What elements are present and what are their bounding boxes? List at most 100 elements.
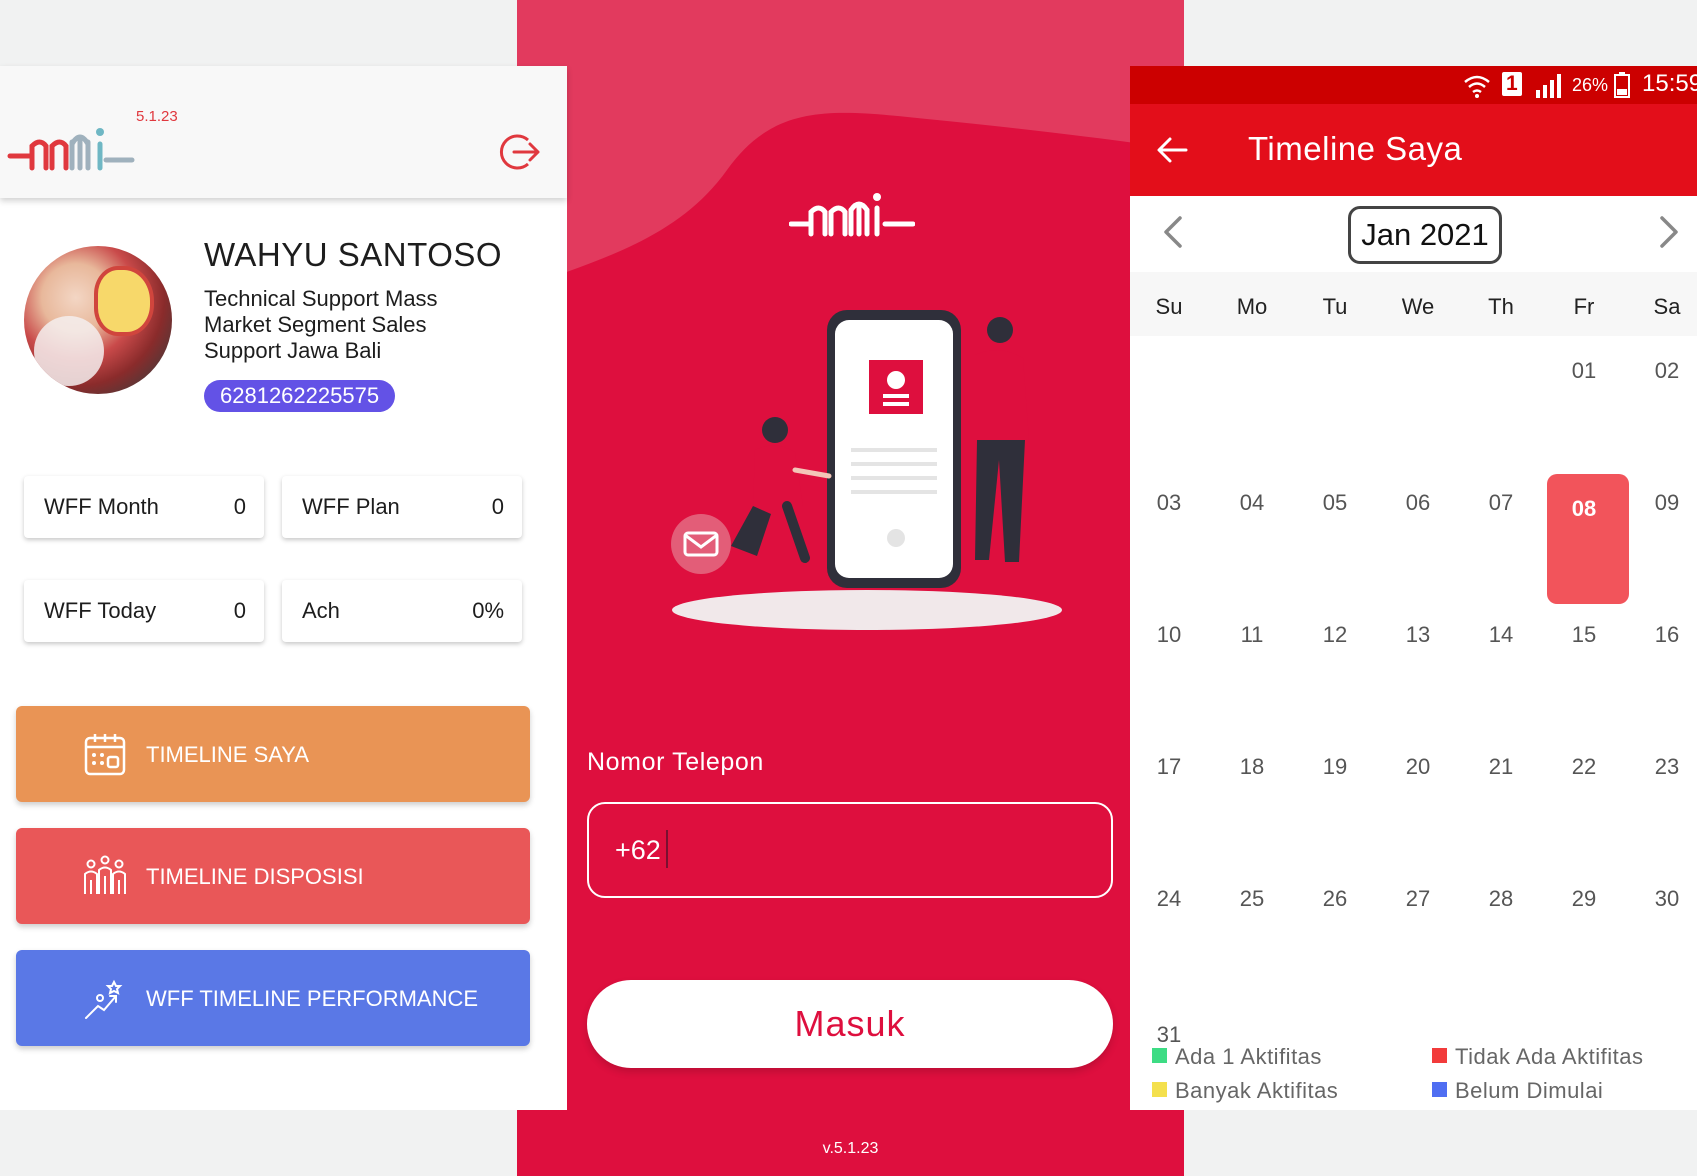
screenshot-collage: Nomor Telepon Masuk v.5.1.23 5.1.23 xyxy=(0,0,1697,1176)
stat-label: WFF Today xyxy=(44,598,157,623)
calendar-day[interactable]: 29 xyxy=(1549,886,1619,912)
legend-item: Belum Dimulai xyxy=(1432,1078,1603,1104)
brand-logo xyxy=(789,193,915,237)
calendar-day[interactable]: 08 xyxy=(1549,496,1619,522)
calendar-day[interactable]: 09 xyxy=(1632,490,1697,516)
calendar-day[interactable]: 13 xyxy=(1383,622,1453,648)
weekday-label: Sa xyxy=(1653,294,1681,319)
calendar-day[interactable]: 25 xyxy=(1217,886,1287,912)
calendar-icon xyxy=(84,734,126,776)
calendar-day[interactable]: 18 xyxy=(1217,754,1287,780)
calendar-day[interactable]: 22 xyxy=(1549,754,1619,780)
calendar-day[interactable]: 12 xyxy=(1300,622,1370,648)
login-screen: Nomor Telepon Masuk v.5.1.23 xyxy=(517,0,1184,1176)
calendar-day[interactable]: 02 xyxy=(1632,358,1697,384)
stat-card-wff-today: WFF Today 0 xyxy=(24,580,264,642)
calendar-day[interactable]: 11 xyxy=(1217,622,1287,648)
page-title: Timeline Saya xyxy=(1248,130,1463,167)
weekday-label: Tu xyxy=(1322,294,1348,319)
avatar xyxy=(24,246,172,394)
calendar-day[interactable]: 21 xyxy=(1466,754,1536,780)
brand-logo xyxy=(7,128,135,171)
legend-item: Banyak Aktifitas xyxy=(1152,1078,1338,1104)
stat-card-wff-month: WFF Month 0 xyxy=(24,476,264,538)
legend-item: Ada 1 Aktifitas xyxy=(1152,1044,1322,1070)
calendar-day[interactable]: 24 xyxy=(1134,886,1204,912)
month-selector[interactable]: Jan 2021 xyxy=(1348,206,1502,264)
legend-item: Tidak Ada Aktifitas xyxy=(1432,1044,1643,1070)
app-version-label: v.5.1.23 xyxy=(822,1140,879,1157)
menu-label: TIMELINE SAYA xyxy=(146,742,310,767)
weekday-label: Th xyxy=(1488,294,1514,319)
calendar-day[interactable]: 07 xyxy=(1466,490,1536,516)
calendar-day[interactable]: 16 xyxy=(1632,622,1697,648)
back-arrow-icon[interactable] xyxy=(1152,130,1192,170)
menu-label: TIMELINE DISPOSISI xyxy=(146,864,364,889)
legend-label: Belum Dimulai xyxy=(1455,1078,1604,1103)
calendar-day[interactable]: 27 xyxy=(1383,886,1453,912)
sim-slot-indicator: 1 xyxy=(1502,72,1522,96)
calendar-day[interactable]: 19 xyxy=(1300,754,1370,780)
stat-value: 0 xyxy=(233,494,246,519)
calendar-day[interactable]: 03 xyxy=(1134,490,1204,516)
performance-icon xyxy=(85,979,123,1019)
text-caret xyxy=(666,830,668,868)
version-label: 5.1.23 xyxy=(136,108,178,125)
calendar-day[interactable]: 20 xyxy=(1383,754,1453,780)
legend-label: Banyak Aktifitas xyxy=(1175,1078,1339,1103)
weekday-label: We xyxy=(1401,294,1435,319)
stat-value: 0 xyxy=(491,494,504,519)
weekday-header: Su Mo Tu We Th Fr Sa xyxy=(1130,272,1697,336)
battery-icon xyxy=(1614,72,1630,98)
chevron-right-icon[interactable] xyxy=(1656,212,1682,252)
calendar-day[interactable]: 23 xyxy=(1632,754,1697,780)
status-bar: 1 26% 15:59 xyxy=(1130,66,1697,104)
logout-icon[interactable] xyxy=(498,130,542,174)
calendar-day[interactable]: 14 xyxy=(1466,622,1536,648)
menu-label: WFF TIMELINE PERFORMANCE xyxy=(146,986,479,1011)
signal-icon xyxy=(1536,74,1561,98)
stat-value: 0% xyxy=(472,598,504,623)
timeline-disposisi-button[interactable]: TIMELINE DISPOSISI xyxy=(16,828,530,924)
calendar-day[interactable]: 01 xyxy=(1549,358,1619,384)
calendar-day[interactable]: 17 xyxy=(1134,754,1204,780)
calendar-day[interactable]: 06 xyxy=(1383,490,1453,516)
stat-card-ach: Ach 0% xyxy=(282,580,522,642)
app-bar: Timeline Saya xyxy=(1130,104,1697,196)
selected-day-highlight xyxy=(1547,474,1629,604)
calendar-day[interactable]: 04 xyxy=(1217,490,1287,516)
stat-label: Ach xyxy=(302,598,340,623)
calendar-day[interactable]: 28 xyxy=(1466,886,1536,912)
phone-number-badge: 6281262225575 xyxy=(204,380,396,412)
home-screen: 5.1.23 WAHYU SANTOSO Technical Support M… xyxy=(0,66,567,1110)
calendar-day[interactable]: 10 xyxy=(1134,622,1204,648)
login-button[interactable]: Masuk xyxy=(587,980,1113,1068)
calendar-day[interactable]: 15 xyxy=(1549,622,1619,648)
phone-field-label: Nomor Telepon xyxy=(587,748,764,776)
clock: 15:59 xyxy=(1642,70,1697,97)
stat-label: WFF Month xyxy=(44,494,159,519)
calendar-day[interactable]: 30 xyxy=(1632,886,1697,912)
calendar-day[interactable]: 05 xyxy=(1300,490,1370,516)
legend-swatch-yellow xyxy=(1152,1082,1167,1097)
weekday-label: Su xyxy=(1155,294,1183,319)
timeline-screen: 1 26% 15:59 Timeline Saya Jan 2021 Su Mo xyxy=(1130,66,1697,1110)
weekday-label: Fr xyxy=(1573,294,1595,319)
stat-value: 0 xyxy=(233,598,246,623)
wff-timeline-performance-button[interactable]: WFF TIMELINE PERFORMANCE xyxy=(16,950,530,1046)
user-role: Technical Support Mass Market Segment Sa… xyxy=(204,286,438,363)
login-illustration xyxy=(671,310,1062,630)
battery-percent: 26% xyxy=(1572,75,1609,95)
timeline-saya-button[interactable]: TIMELINE SAYA xyxy=(16,706,530,802)
chevron-left-icon[interactable] xyxy=(1160,212,1186,252)
stat-label: WFF Plan xyxy=(302,494,400,519)
stat-card-wff-plan: WFF Plan 0 xyxy=(282,476,522,538)
legend-swatch-red xyxy=(1432,1048,1447,1063)
legend-swatch-green xyxy=(1152,1048,1167,1063)
weekday-label: Mo xyxy=(1236,294,1268,319)
calendar-day[interactable]: 26 xyxy=(1300,886,1370,912)
user-name: WAHYU SANTOSO xyxy=(204,236,503,273)
legend-label: Ada 1 Aktifitas xyxy=(1175,1044,1322,1069)
team-icon xyxy=(84,855,126,894)
home-header: 5.1.23 xyxy=(0,66,567,198)
